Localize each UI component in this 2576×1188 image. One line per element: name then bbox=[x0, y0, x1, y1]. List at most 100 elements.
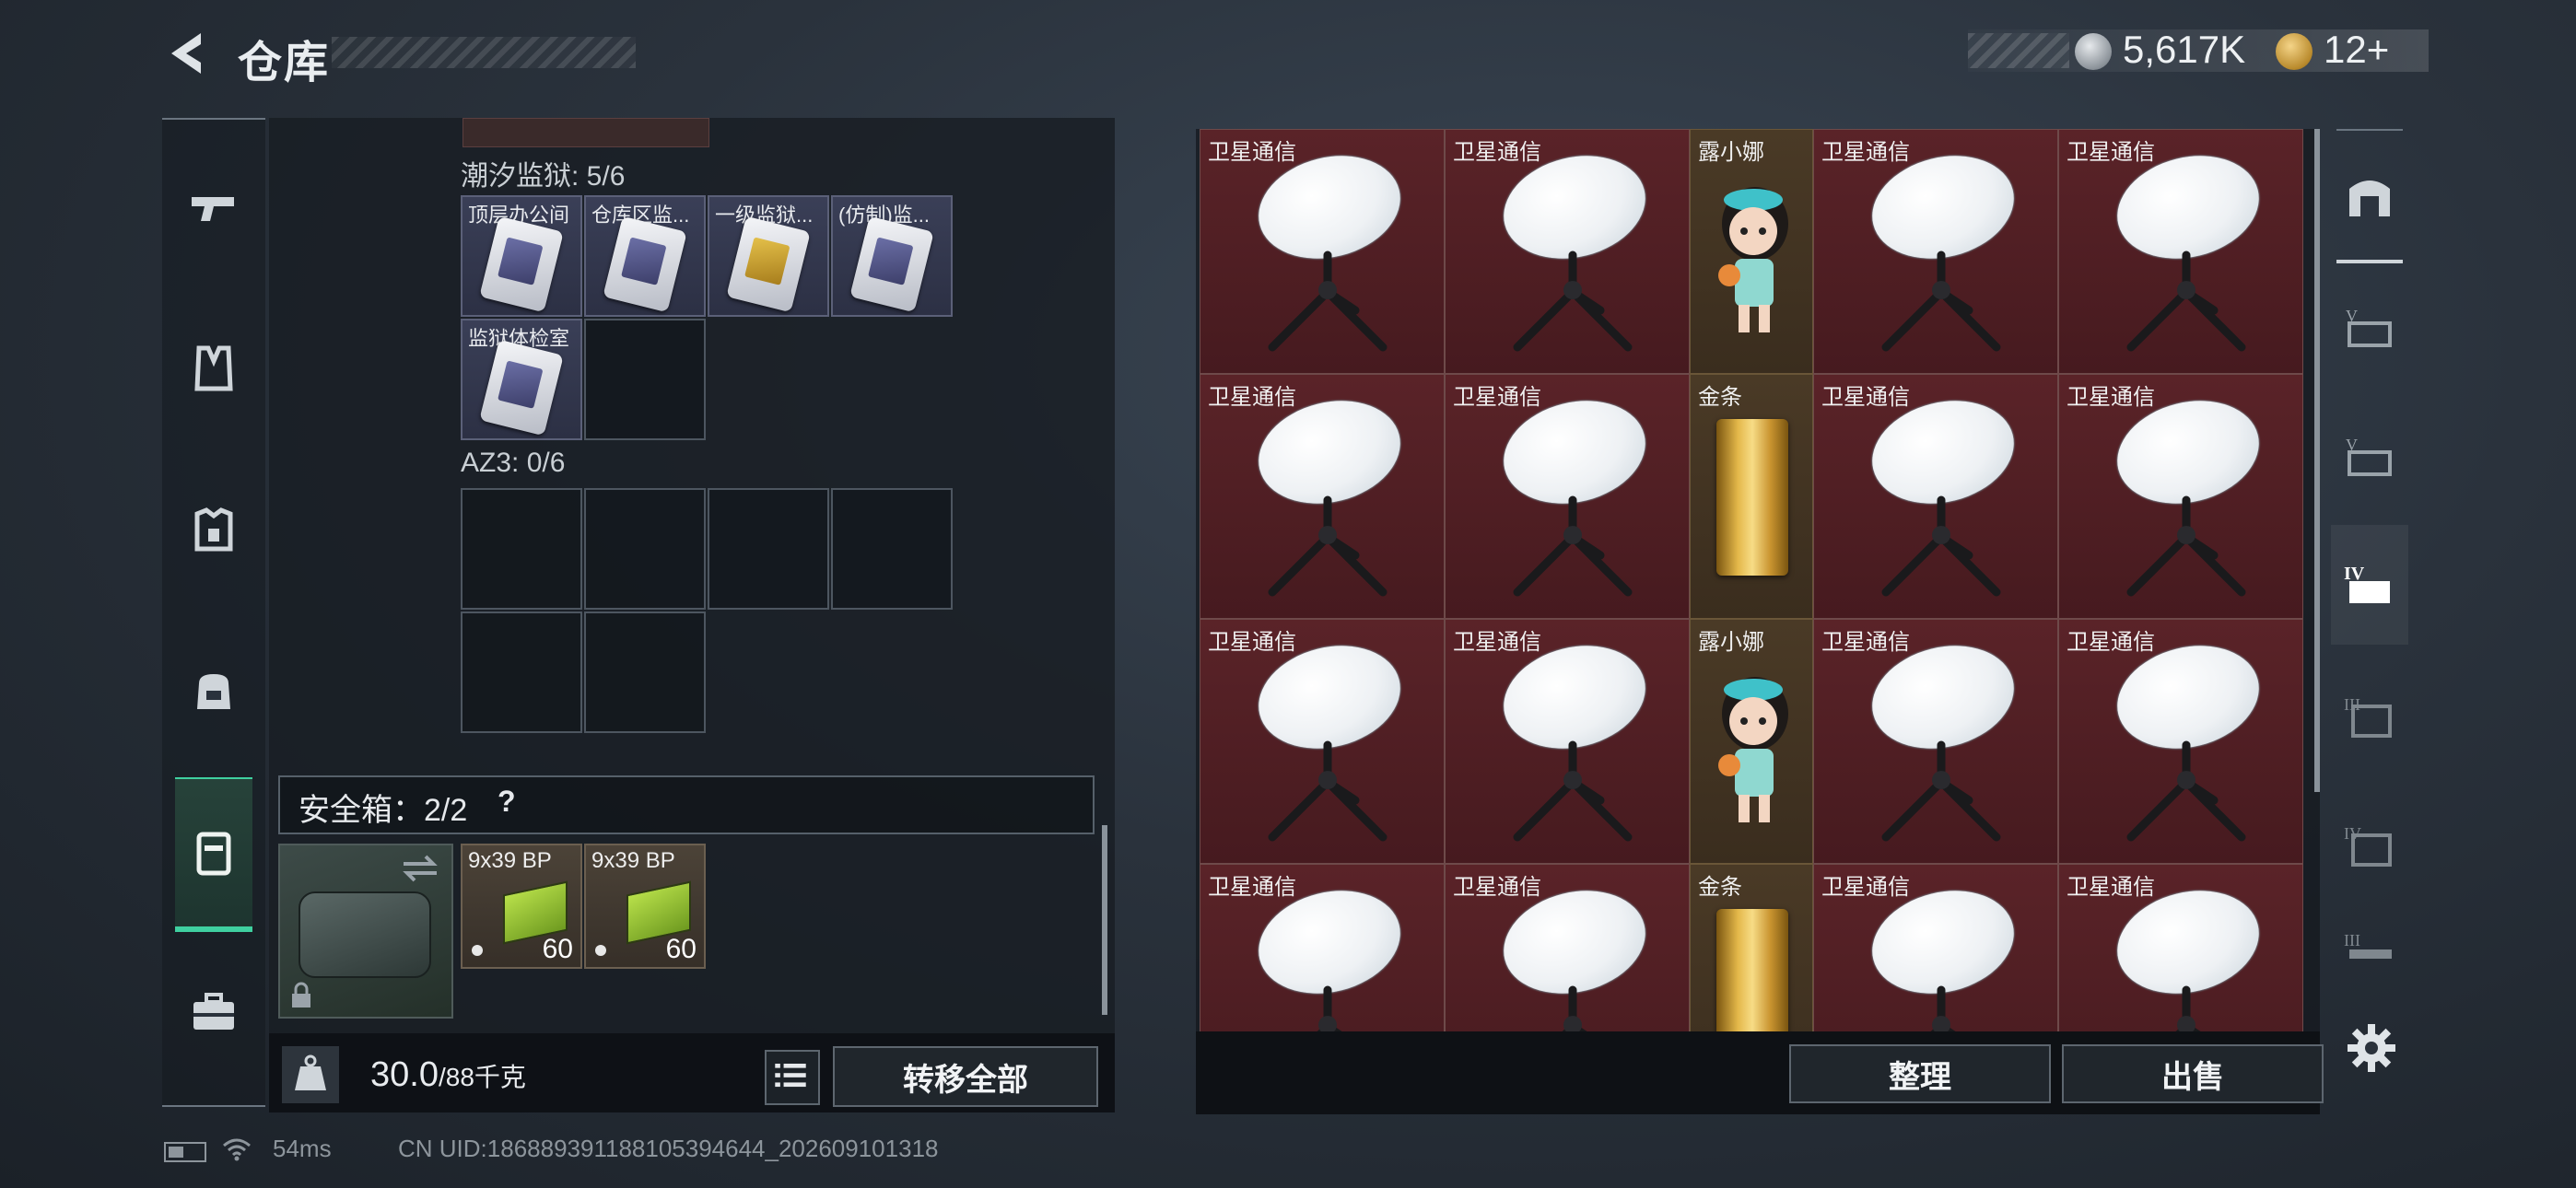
stash-item[interactable]: 卫星通信 bbox=[1813, 374, 2058, 619]
silver-currency-value: 5,617K bbox=[2123, 28, 2246, 71]
item-name: 露小娜 bbox=[1698, 140, 1764, 165]
category-weapons[interactable] bbox=[162, 153, 265, 263]
filter-tab-tier[interactable]: V bbox=[2331, 396, 2408, 516]
page-title: 仓库 bbox=[238, 39, 331, 87]
tripod-icon bbox=[1881, 740, 2001, 842]
stash-scrollbar[interactable] bbox=[2314, 129, 2320, 792]
list-view-button[interactable] bbox=[765, 1050, 820, 1105]
sort-button[interactable]: 整理 bbox=[1789, 1044, 2051, 1103]
keycard-icon bbox=[479, 215, 564, 313]
stash-item[interactable]: 卫星通信 bbox=[1445, 864, 1690, 1031]
figurine-icon bbox=[1718, 677, 1788, 822]
section-label: AZ3: 0/6 bbox=[461, 448, 566, 478]
category-tools[interactable] bbox=[162, 958, 265, 1068]
safebox-case-icon bbox=[299, 891, 431, 978]
stash-item[interactable]: 卫星通信 bbox=[1200, 129, 1445, 374]
stash-item[interactable]: 卫星通信 bbox=[1445, 619, 1690, 864]
keycard-slot[interactable]: 监狱体检室 bbox=[461, 319, 582, 440]
tripod-icon bbox=[2126, 250, 2246, 352]
stash-item[interactable]: 金条 bbox=[1690, 864, 1813, 1031]
swap-icon[interactable] bbox=[400, 853, 440, 884]
keycard-slot[interactable]: (仿制)监... bbox=[831, 195, 953, 317]
item-name: 卫星通信 bbox=[1821, 875, 1910, 900]
pistol-icon bbox=[192, 197, 234, 221]
tripod-icon bbox=[1513, 495, 1633, 597]
ammo-slot[interactable]: 9x39 BP 60 bbox=[461, 844, 582, 969]
keycard-slot[interactable]: 仓库区监... bbox=[584, 195, 706, 317]
toolbox-icon bbox=[193, 993, 234, 1030]
category-safebox[interactable] bbox=[175, 777, 252, 932]
item-name: 卫星通信 bbox=[2067, 385, 2155, 410]
empty-slot[interactable] bbox=[461, 611, 582, 733]
item-name: 卫星通信 bbox=[1453, 385, 1541, 410]
stash-item[interactable]: 卫星通信 bbox=[2058, 864, 2303, 1031]
keycard-slot[interactable]: 顶层办公间 bbox=[461, 195, 582, 317]
filter-bar-top bbox=[2336, 129, 2403, 131]
item-name: 卫星通信 bbox=[1453, 875, 1541, 900]
filter-tab-home[interactable] bbox=[2331, 138, 2408, 258]
item-name: 卫星通信 bbox=[1208, 140, 1296, 165]
inventory-scrollbar[interactable] bbox=[1102, 825, 1107, 1015]
category-armor[interactable] bbox=[162, 475, 265, 586]
empty-slot[interactable] bbox=[584, 611, 706, 733]
filter-tab-tier[interactable]: IV bbox=[2331, 525, 2408, 645]
category-vests[interactable] bbox=[162, 313, 265, 424]
armor-icon bbox=[194, 507, 233, 552]
tripod-icon bbox=[1268, 495, 1388, 597]
item-name: 卫星通信 bbox=[1208, 385, 1296, 410]
keycard-slot[interactable]: 一级监狱... bbox=[708, 195, 829, 317]
category-backpacks[interactable] bbox=[162, 635, 265, 746]
back-arrow-icon[interactable] bbox=[164, 28, 210, 79]
safebox-container[interactable] bbox=[278, 844, 453, 1019]
stash-grid: 卫星通信 卫星通信 露小娜 卫星通信 卫星通信 卫星通信 卫星通信 金条 卫星通信 卫星通信 卫星通… bbox=[1200, 129, 2305, 1031]
stash-item[interactable]: 卫星通信 bbox=[1200, 374, 1445, 619]
stash-item[interactable]: 卫星通信 bbox=[1445, 129, 1690, 374]
empty-slot[interactable] bbox=[708, 488, 829, 610]
stash-item[interactable]: 卫星通信 bbox=[1813, 619, 2058, 864]
silver-coin-icon bbox=[2075, 33, 2112, 70]
stash-item[interactable]: 金条 bbox=[1690, 374, 1813, 619]
tripod-icon bbox=[1268, 740, 1388, 842]
stash-item[interactable]: 卫星通信 bbox=[2058, 619, 2303, 864]
gold-currency-value[interactable]: 12+ bbox=[2324, 28, 2389, 72]
tripod-icon bbox=[1930, 985, 1956, 1031]
item-name: 卫星通信 bbox=[2067, 140, 2155, 165]
safebox-icon bbox=[196, 832, 231, 876]
safebox-label: 安全箱：2/2 bbox=[299, 793, 468, 828]
figurine-icon bbox=[1718, 187, 1788, 332]
empty-slot[interactable] bbox=[831, 488, 953, 610]
tier-iv-alt-tab-icon: IV bbox=[2344, 824, 2392, 867]
section-label: 潮汐监狱: 5/6 bbox=[461, 161, 626, 192]
help-icon[interactable]: ? bbox=[498, 785, 516, 819]
currency-decoration bbox=[1968, 33, 2069, 68]
empty-slot[interactable] bbox=[461, 488, 582, 610]
keycard-icon bbox=[849, 215, 934, 313]
empty-slot[interactable] bbox=[584, 488, 706, 610]
filter-tab-tier[interactable]: III bbox=[2331, 656, 2408, 775]
tripod-icon bbox=[2126, 740, 2246, 842]
battery-icon bbox=[164, 1142, 206, 1162]
filter-tab-tier[interactable]: IV bbox=[2331, 785, 2408, 904]
tripod-icon bbox=[1317, 985, 1342, 1031]
keycard-icon bbox=[603, 215, 687, 313]
stash-item[interactable]: 卫星通信 bbox=[1813, 864, 2058, 1031]
tripod-icon bbox=[1881, 495, 2001, 597]
stash-item[interactable]: 露小娜 bbox=[1690, 129, 1813, 374]
ammo-slot[interactable]: 9x39 BP 60 bbox=[584, 844, 706, 969]
item-name: 金条 bbox=[1698, 875, 1742, 900]
stash-item[interactable]: 卫星通信 bbox=[2058, 129, 2303, 374]
empty-slot[interactable] bbox=[584, 319, 706, 440]
filter-tab-tier[interactable]: V bbox=[2331, 267, 2408, 387]
stash-item[interactable]: 卫星通信 bbox=[1200, 619, 1445, 864]
stash-item[interactable]: 露小娜 bbox=[1690, 619, 1813, 864]
stash-item[interactable]: 卫星通信 bbox=[1200, 864, 1445, 1031]
stash-item[interactable]: 卫星通信 bbox=[1813, 129, 2058, 374]
gear-icon[interactable] bbox=[2346, 1022, 2397, 1074]
sell-button[interactable]: 出售 bbox=[2062, 1044, 2324, 1103]
filter-divider bbox=[2336, 260, 2403, 263]
stash-item[interactable]: 卫星通信 bbox=[1445, 374, 1690, 619]
transfer-all-button[interactable]: 转移全部 bbox=[833, 1046, 1098, 1107]
keycard-icon bbox=[726, 215, 811, 313]
stash-item[interactable]: 卫星通信 bbox=[2058, 374, 2303, 619]
filter-tab-tier[interactable]: III bbox=[2331, 912, 2408, 985]
